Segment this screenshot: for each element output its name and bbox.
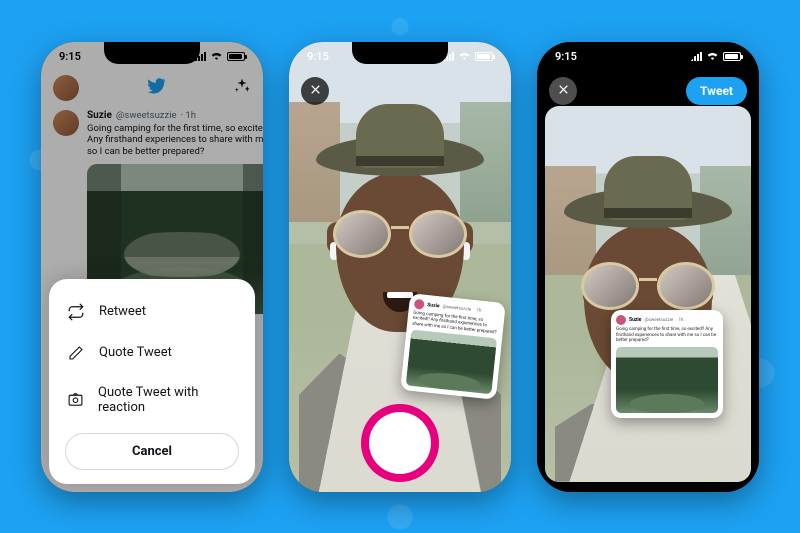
close-icon (557, 82, 570, 100)
retweet-action-sheet: Retweet Quote Tweet Quote Tweet with rea… (49, 279, 255, 484)
retweet-label: Retweet (99, 304, 146, 319)
mini-age: · 1h (676, 318, 683, 323)
wifi-icon (706, 50, 719, 63)
mini-tweet-image (616, 347, 718, 413)
quote-tweet-option[interactable]: Quote Tweet (65, 333, 239, 373)
quoted-tweet-overlay[interactable]: Suzie @sweetsuzzie · 1h Going camping fo… (400, 294, 506, 401)
reaction-preview[interactable]: Suzie @sweetsuzzie · 1h Going camping fo… (545, 106, 751, 482)
battery-icon (475, 52, 493, 61)
camera-reaction-icon (67, 391, 84, 408)
battery-icon (723, 52, 741, 61)
cancel-button[interactable]: Cancel (65, 433, 239, 470)
notch (104, 42, 200, 64)
quoted-tweet-overlay[interactable]: Suzie @sweetsuzzie · 1h Going camping fo… (611, 310, 723, 417)
close-button[interactable] (549, 77, 577, 105)
tweet-button[interactable]: Tweet (686, 77, 747, 105)
mini-author-handle: @sweetsuzzie (442, 305, 471, 313)
notch (352, 42, 448, 64)
close-button[interactable] (301, 77, 329, 105)
mini-author-name: Suzie (427, 302, 440, 309)
battery-icon (227, 52, 245, 61)
retweet-option[interactable]: Retweet (65, 291, 239, 333)
clock: 9:15 (555, 50, 577, 63)
clock: 9:15 (59, 50, 81, 63)
cancel-label: Cancel (132, 444, 172, 459)
quote-label: Quote Tweet (99, 345, 172, 360)
tweet-button-label: Tweet (700, 84, 733, 98)
pencil-icon (67, 345, 85, 361)
notch (600, 42, 696, 64)
phone-feed-actionsheet: 9:15 (41, 42, 263, 492)
wifi-icon (210, 50, 223, 63)
mini-tweet-text: Going camping for the first time, so exc… (616, 327, 718, 343)
mini-tweet-image (406, 330, 497, 395)
quote-reaction-option[interactable]: Quote Tweet with reaction (65, 373, 239, 427)
retweet-icon (67, 303, 85, 321)
wifi-icon (458, 50, 471, 63)
clock: 9:15 (307, 50, 329, 63)
record-button[interactable] (369, 412, 431, 474)
mini-avatar (414, 299, 425, 310)
close-icon (309, 82, 322, 100)
reaction-label: Quote Tweet with reaction (98, 385, 237, 415)
mini-age: · 1h (474, 308, 482, 314)
mini-avatar (616, 315, 626, 325)
mini-author-name: Suzie (629, 317, 641, 323)
phone-camera-record: 9:15 (289, 42, 511, 492)
phone-compose-reaction: 9:15 Tweet (537, 42, 759, 492)
mini-author-handle: @sweetsuzzie (644, 318, 673, 323)
